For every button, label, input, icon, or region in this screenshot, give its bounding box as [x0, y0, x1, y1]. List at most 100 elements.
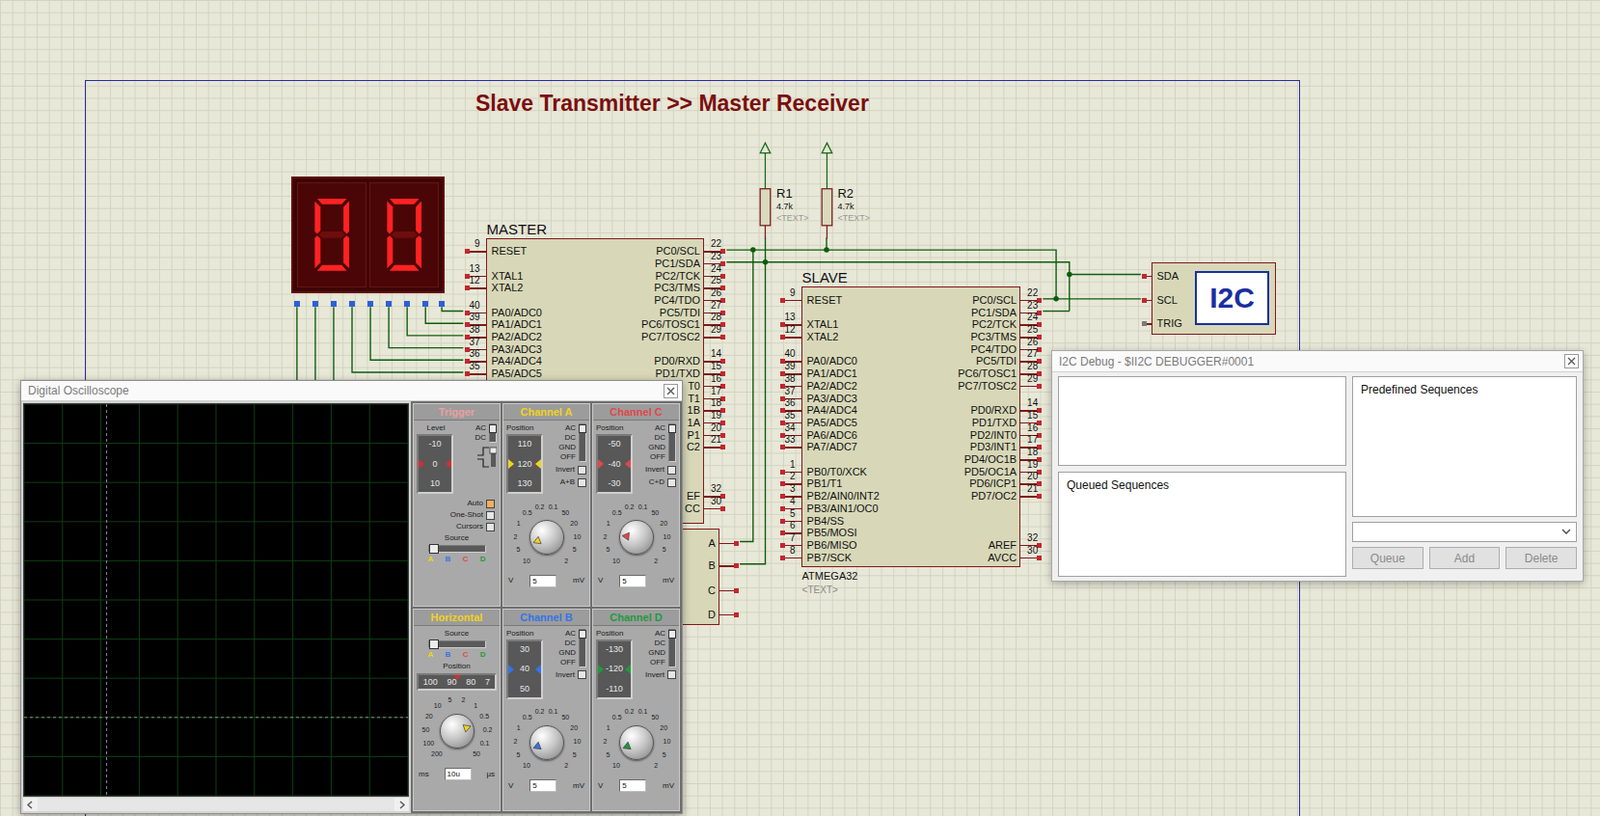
mode-track[interactable] [668, 423, 677, 462]
debug-button[interactable]: Queue [1352, 546, 1424, 570]
i2c-debugger[interactable]: SDASCLTRIGI2C [1151, 262, 1276, 335]
seven-segment-display[interactable] [291, 176, 446, 294]
close-button[interactable] [663, 383, 678, 399]
debug-button[interactable]: Delete [1505, 546, 1577, 570]
mode-option[interactable]: GND [648, 442, 666, 453]
source-option[interactable]: D [480, 650, 487, 660]
pin[interactable] [703, 508, 726, 511]
source-option[interactable]: B [445, 554, 452, 565]
traffic-list[interactable] [1057, 376, 1347, 466]
mode-selector[interactable]: ACDCGNDOFF [558, 423, 587, 462]
checkbox[interactable] [577, 478, 587, 488]
source-thumb[interactable] [429, 543, 439, 554]
mode-thumb[interactable] [668, 629, 677, 639]
mode-thumb[interactable] [578, 424, 587, 434]
value-field[interactable]: 10u [444, 767, 472, 781]
display-pin[interactable] [367, 300, 374, 307]
value-field[interactable]: 5 [619, 574, 647, 588]
scope-screen[interactable] [23, 403, 409, 797]
position-scale[interactable]: -50-40-30 [596, 433, 633, 494]
position-scale[interactable]: 110120130 [506, 433, 543, 494]
knob[interactable]: 105210.50.20.150201052 [596, 704, 677, 778]
source-thumb[interactable] [429, 639, 439, 650]
title-bar[interactable]: Digital Oscilloscope [21, 380, 682, 402]
i2c-debug-window[interactable]: I2C Debug - $II2C DEBUGGER#0001Queued Se… [1051, 350, 1584, 582]
source-option[interactable]: A [428, 650, 434, 660]
mode-selector[interactable]: ACDCGNDOFF [558, 628, 587, 668]
display-pin[interactable] [385, 300, 392, 307]
source-option[interactable]: D [480, 554, 487, 565]
knob[interactable]: 2001005020105210.50.20.150 [416, 692, 497, 766]
pin[interactable] [718, 614, 739, 617]
mode-option[interactable]: AC [648, 628, 666, 639]
mode-track[interactable] [488, 423, 497, 443]
mode-track[interactable] [578, 423, 587, 462]
mode-thumb[interactable] [578, 629, 587, 639]
display-pin[interactable] [294, 300, 300, 307]
pin[interactable] [703, 336, 726, 339]
mode-track[interactable] [578, 628, 587, 668]
check-option[interactable]: One-Shot [416, 510, 495, 520]
display-pin[interactable] [349, 300, 355, 307]
edge-icon[interactable] [475, 445, 497, 469]
knob-dial[interactable] [529, 519, 565, 555]
position-scale[interactable]: -130-120-110 [596, 639, 633, 700]
mode-option[interactable]: AC [558, 628, 576, 639]
value-field[interactable]: 5 [619, 779, 647, 792]
pin[interactable] [464, 287, 488, 290]
mode-option[interactable]: OFF [558, 452, 576, 462]
display-pin[interactable] [438, 300, 445, 307]
pin[interactable] [1141, 299, 1153, 302]
checkbox[interactable] [577, 465, 587, 475]
mode-option[interactable]: GND [648, 648, 666, 658]
mode-option[interactable]: DC [558, 433, 576, 443]
pin[interactable] [718, 542, 739, 545]
pin[interactable] [464, 373, 488, 376]
knob[interactable]: 105210.50.20.150201052 [506, 498, 587, 572]
knob-dial[interactable] [439, 713, 475, 749]
source-option[interactable]: B [445, 650, 452, 660]
source-track[interactable] [428, 544, 487, 553]
scrollbar[interactable] [23, 796, 409, 812]
check-option[interactable]: A+B [560, 477, 587, 488]
source-option[interactable]: A [428, 554, 434, 565]
mode-option[interactable]: AC [474, 423, 487, 434]
check-option[interactable]: Invert [555, 464, 587, 475]
knob-dial[interactable] [529, 725, 565, 760]
mode-selector[interactable]: ACDC [474, 423, 497, 443]
checkbox[interactable] [486, 511, 495, 520]
pin[interactable] [464, 250, 488, 253]
check-option[interactable]: Auto [416, 498, 495, 509]
pin[interactable] [780, 299, 803, 302]
knob-dial[interactable] [619, 725, 654, 760]
check-option[interactable]: Invert [645, 670, 677, 680]
source-option[interactable]: C [462, 650, 469, 660]
pin[interactable] [780, 557, 803, 560]
debug-button[interactable]: Add [1429, 546, 1501, 570]
mode-option[interactable]: OFF [648, 657, 666, 668]
chevron-left-icon[interactable] [23, 798, 38, 812]
close-button[interactable] [1564, 353, 1579, 369]
check-option[interactable]: Invert [645, 464, 677, 475]
mode-selector[interactable]: ACDCGNDOFF [648, 423, 677, 462]
resistor[interactable]: R14.7k<TEXT> [757, 140, 809, 240]
pin[interactable] [780, 446, 803, 449]
mode-option[interactable]: DC [648, 433, 666, 443]
position-scale[interactable]: 304050 [506, 639, 543, 700]
value-field[interactable]: 5 [529, 574, 557, 588]
mode-track[interactable] [668, 628, 677, 668]
mode-option[interactable]: DC [474, 433, 487, 443]
display-pin[interactable] [422, 300, 429, 307]
checkbox[interactable] [486, 499, 495, 509]
mode-option[interactable]: GND [558, 648, 576, 658]
checkbox[interactable] [577, 670, 587, 679]
knob[interactable]: 105210.50.20.150201052 [596, 498, 677, 572]
pin[interactable] [1019, 557, 1042, 560]
check-option[interactable]: Cursors [416, 521, 495, 532]
pin[interactable] [1141, 323, 1153, 326]
title-bar[interactable]: I2C Debug - $II2C DEBUGGER#0001 [1052, 351, 1583, 373]
predefined-sequences[interactable]: Predefined Sequences [1352, 376, 1577, 517]
check-option[interactable]: Invert [555, 670, 587, 680]
source-option[interactable]: C [462, 554, 469, 565]
position-scale[interactable]: 10090807 [416, 673, 497, 691]
